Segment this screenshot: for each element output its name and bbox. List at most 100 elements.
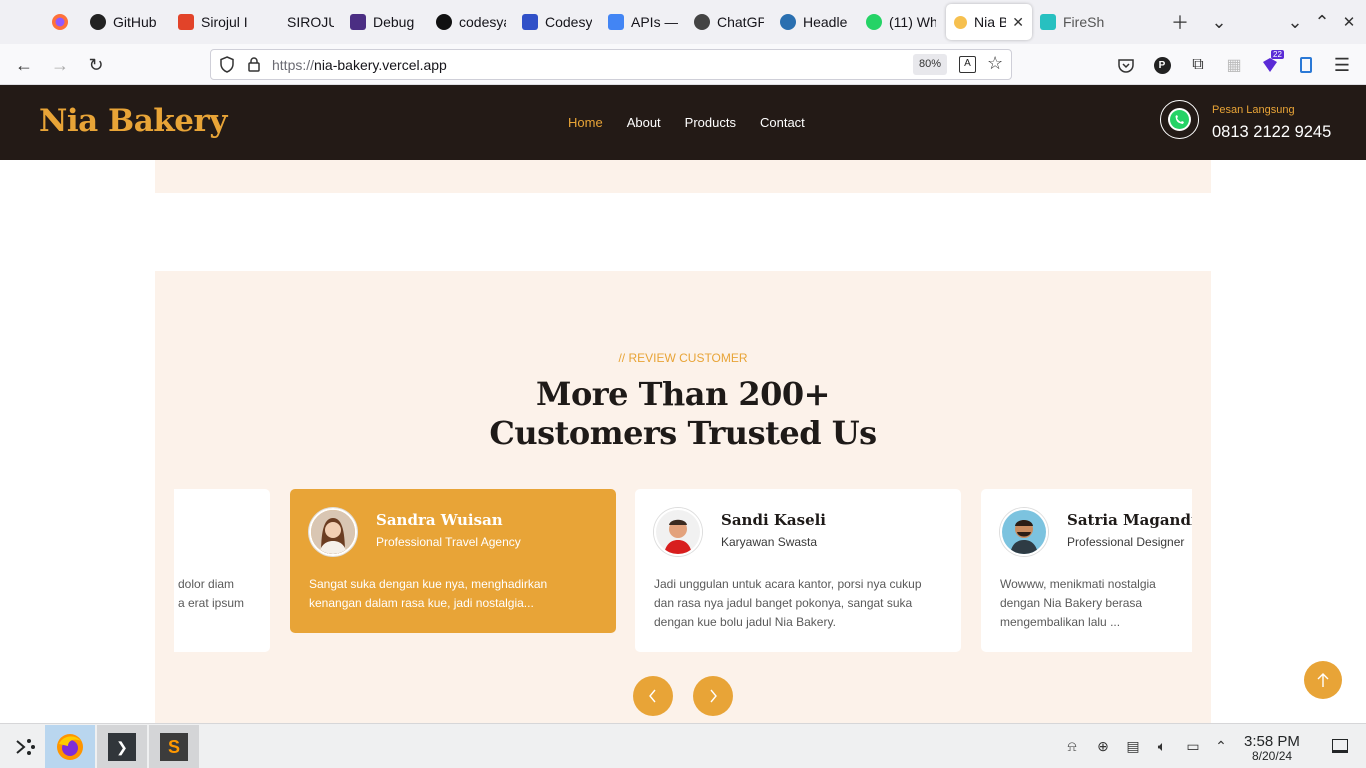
extension-phone-icon[interactable] [1293, 52, 1319, 78]
clock-time[interactable]: 3:58 PM [1244, 733, 1300, 750]
review-card: Satria Magandi Professional Designer Wow… [981, 489, 1192, 652]
main-menu: Home About Products Contact [568, 115, 829, 130]
browser-tab[interactable]: codesya [428, 4, 514, 40]
google-cloud-icon [608, 14, 624, 30]
avatar [1000, 508, 1048, 556]
tab-nia-bakery[interactable]: Nia B ✕ [946, 4, 1032, 40]
review-carousel[interactable]: dolor diam a erat ipsum Sandra Wuisan Pr… [174, 489, 1192, 654]
firefox-view-icon[interactable] [38, 0, 82, 44]
tab-label: Headle [803, 14, 848, 30]
whatsapp-icon [866, 14, 882, 30]
back-button-icon[interactable]: ← [11, 52, 37, 78]
reviewer-name: Sandi Kaseli [721, 511, 827, 529]
debug-icon [350, 14, 366, 30]
network-icon[interactable]: ▭ [1183, 736, 1203, 756]
taskbar-terminal-icon[interactable]: ❯ [97, 725, 147, 768]
extensions-puzzle-icon[interactable]: ⧉ [1185, 52, 1211, 78]
tab-label: (11) Wh [889, 14, 936, 30]
clock-date[interactable]: 8/20/24 [1252, 749, 1292, 763]
carousel-prev-button[interactable] [633, 676, 673, 716]
browser-tab[interactable]: APIs — [600, 4, 686, 40]
chevron-left-icon [649, 689, 656, 703]
terminal-icon [522, 14, 538, 30]
browser-tab[interactable]: GitHub [82, 4, 170, 40]
minimize-window-icon[interactable]: ⌄ [1281, 0, 1309, 44]
openai-icon [694, 14, 710, 30]
close-window-icon[interactable]: ✕ [1335, 0, 1363, 44]
tab-label: Debug [373, 14, 415, 30]
url-text[interactable]: https://nia-bakery.vercel.app [272, 57, 447, 73]
close-tab-icon[interactable]: ✕ [1012, 14, 1024, 31]
browser-tab-strip: GitHub Sirojul I SIROJUL M Debug codesya Code… [0, 0, 1366, 44]
previous-section-bottom [155, 160, 1211, 193]
tab-label: ChatGP [717, 14, 764, 30]
bookmark-star-icon[interactable]: ☆ [987, 53, 1003, 74]
tab-label: SIROJUL M [287, 14, 334, 30]
menu-about[interactable]: About [627, 115, 661, 130]
browser-tab[interactable]: (11) Wh [858, 4, 944, 40]
reviewer-role: Karyawan Swasta [721, 535, 818, 549]
review-text: Wowww, menikmati nostalgia dengan Nia Ba… [1000, 577, 1156, 629]
reviewer-role: Professional Designer [1067, 535, 1185, 549]
app-launcher-icon[interactable] [0, 725, 50, 768]
clipboard-icon[interactable]: ▤ [1123, 736, 1143, 756]
contact-label: Pesan Langsung [1212, 104, 1295, 116]
forward-button-icon[interactable]: → [47, 52, 73, 78]
hamburger-menu-icon[interactable]: ☰ [1329, 52, 1355, 78]
contact-phone[interactable]: 0813 2122 9245 [1212, 123, 1331, 142]
gitlab-icon [178, 14, 194, 30]
browser-navigation-bar: ← → ↻ https://nia-bakery.vercel.app 80% … [0, 44, 1366, 85]
tab-fireshot[interactable]: FireSho [1032, 4, 1112, 40]
browser-tab[interactable]: Debug [342, 4, 428, 40]
fireshot-icon [1040, 14, 1056, 30]
avatar [654, 508, 702, 556]
notifications-bell-icon[interactable]: ⍾ [1062, 736, 1082, 756]
profile-p-icon[interactable]: P [1149, 52, 1175, 78]
menu-products[interactable]: Products [685, 115, 736, 130]
bread-icon [954, 15, 967, 29]
lock-icon[interactable] [247, 56, 261, 78]
reviewer-name: Satria Magandi [1067, 511, 1192, 529]
reviewer-role: Professional Travel Agency [376, 535, 521, 549]
tracking-shield-icon[interactable] [219, 56, 235, 78]
browser-tab[interactable]: SIROJUL M [256, 4, 342, 40]
tab-label: Sirojul I [201, 14, 248, 30]
whatsapp-icon[interactable] [1160, 100, 1199, 139]
menu-contact[interactable]: Contact [760, 115, 805, 130]
reload-button-icon[interactable]: ↻ [83, 52, 109, 78]
tray-expand-chevron-icon[interactable]: ⌃ [1211, 736, 1231, 756]
review-section: // REVIEW CUSTOMER More Than 200+ Custom… [155, 271, 1211, 723]
tab-label: Nia B [974, 14, 1007, 30]
volume-icon[interactable]: 🔈︎ [1152, 736, 1172, 756]
pocket-icon[interactable] [1113, 52, 1139, 78]
codesy-icon [436, 14, 452, 30]
menu-home[interactable]: Home [568, 115, 603, 130]
update-icon[interactable]: ⊕ [1093, 736, 1113, 756]
extension-grid-icon[interactable]: ▦ [1221, 52, 1247, 78]
taskbar-sublime-icon[interactable]: S [149, 725, 199, 768]
review-text: dolor diam a erat ipsum [178, 577, 245, 610]
browser-tab[interactable]: Headle [772, 4, 858, 40]
site-brand-logo[interactable]: Nia Bakery [39, 103, 227, 139]
translate-icon[interactable]: A [959, 56, 976, 73]
new-tab-icon[interactable]: ＋ [1166, 0, 1194, 44]
back-to-top-button[interactable] [1304, 661, 1342, 699]
taskbar-firefox-icon[interactable] [45, 725, 95, 768]
review-card: Sandra Wuisan Professional Travel Agency… [290, 489, 616, 633]
section-eyebrow: // REVIEW CUSTOMER [618, 351, 748, 365]
show-desktop-icon[interactable] [1330, 736, 1350, 756]
zoom-level-badge[interactable]: 80% [913, 54, 948, 75]
browser-tab[interactable]: ChatGP [686, 4, 772, 40]
tab-label: codesya [459, 14, 506, 30]
tab-list-chevron-icon[interactable]: ⌄ [1205, 0, 1233, 44]
browser-tab[interactable]: Sirojul I [170, 4, 256, 40]
url-protocol: https:// [272, 57, 315, 73]
extension-badge-icon[interactable]: 22 [1257, 50, 1284, 78]
browser-tab[interactable]: Codesy [514, 4, 600, 40]
site-header: Nia Bakery Home About Products Contact P… [0, 85, 1366, 160]
maximize-window-icon[interactable]: ⌃ [1308, 0, 1336, 44]
review-text: Sangat suka dengan kue nya, menghadirkan… [309, 577, 548, 610]
tab-label: GitHub [113, 14, 157, 30]
carousel-next-button[interactable] [693, 676, 733, 716]
url-bar[interactable]: https://nia-bakery.vercel.app 80% A ☆ [210, 49, 1012, 80]
